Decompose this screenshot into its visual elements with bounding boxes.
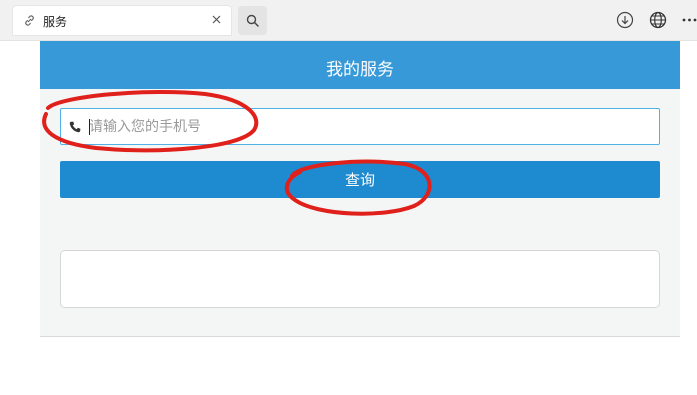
page-title: 我的服务 <box>326 60 394 80</box>
more-icon[interactable] <box>682 11 697 29</box>
link-icon <box>25 15 34 26</box>
tab-title: 服务 <box>43 15 68 29</box>
browser-tab[interactable]: 服务 <box>13 6 231 35</box>
phone-icon <box>69 121 81 133</box>
result-box <box>60 250 660 308</box>
search-button[interactable] <box>238 6 267 35</box>
globe-icon[interactable] <box>649 11 667 29</box>
text-cursor <box>89 119 90 135</box>
browser-toolbar: 服务 <box>0 0 697 41</box>
service-page: 我的服务 查询 <box>40 41 680 337</box>
download-icon[interactable] <box>616 11 634 29</box>
search-icon <box>246 14 259 27</box>
close-icon[interactable] <box>210 13 223 26</box>
page-header: 我的服务 <box>40 41 680 89</box>
query-button[interactable]: 查询 <box>60 161 660 198</box>
phone-field[interactable] <box>60 108 660 145</box>
phone-input[interactable] <box>89 109 649 144</box>
